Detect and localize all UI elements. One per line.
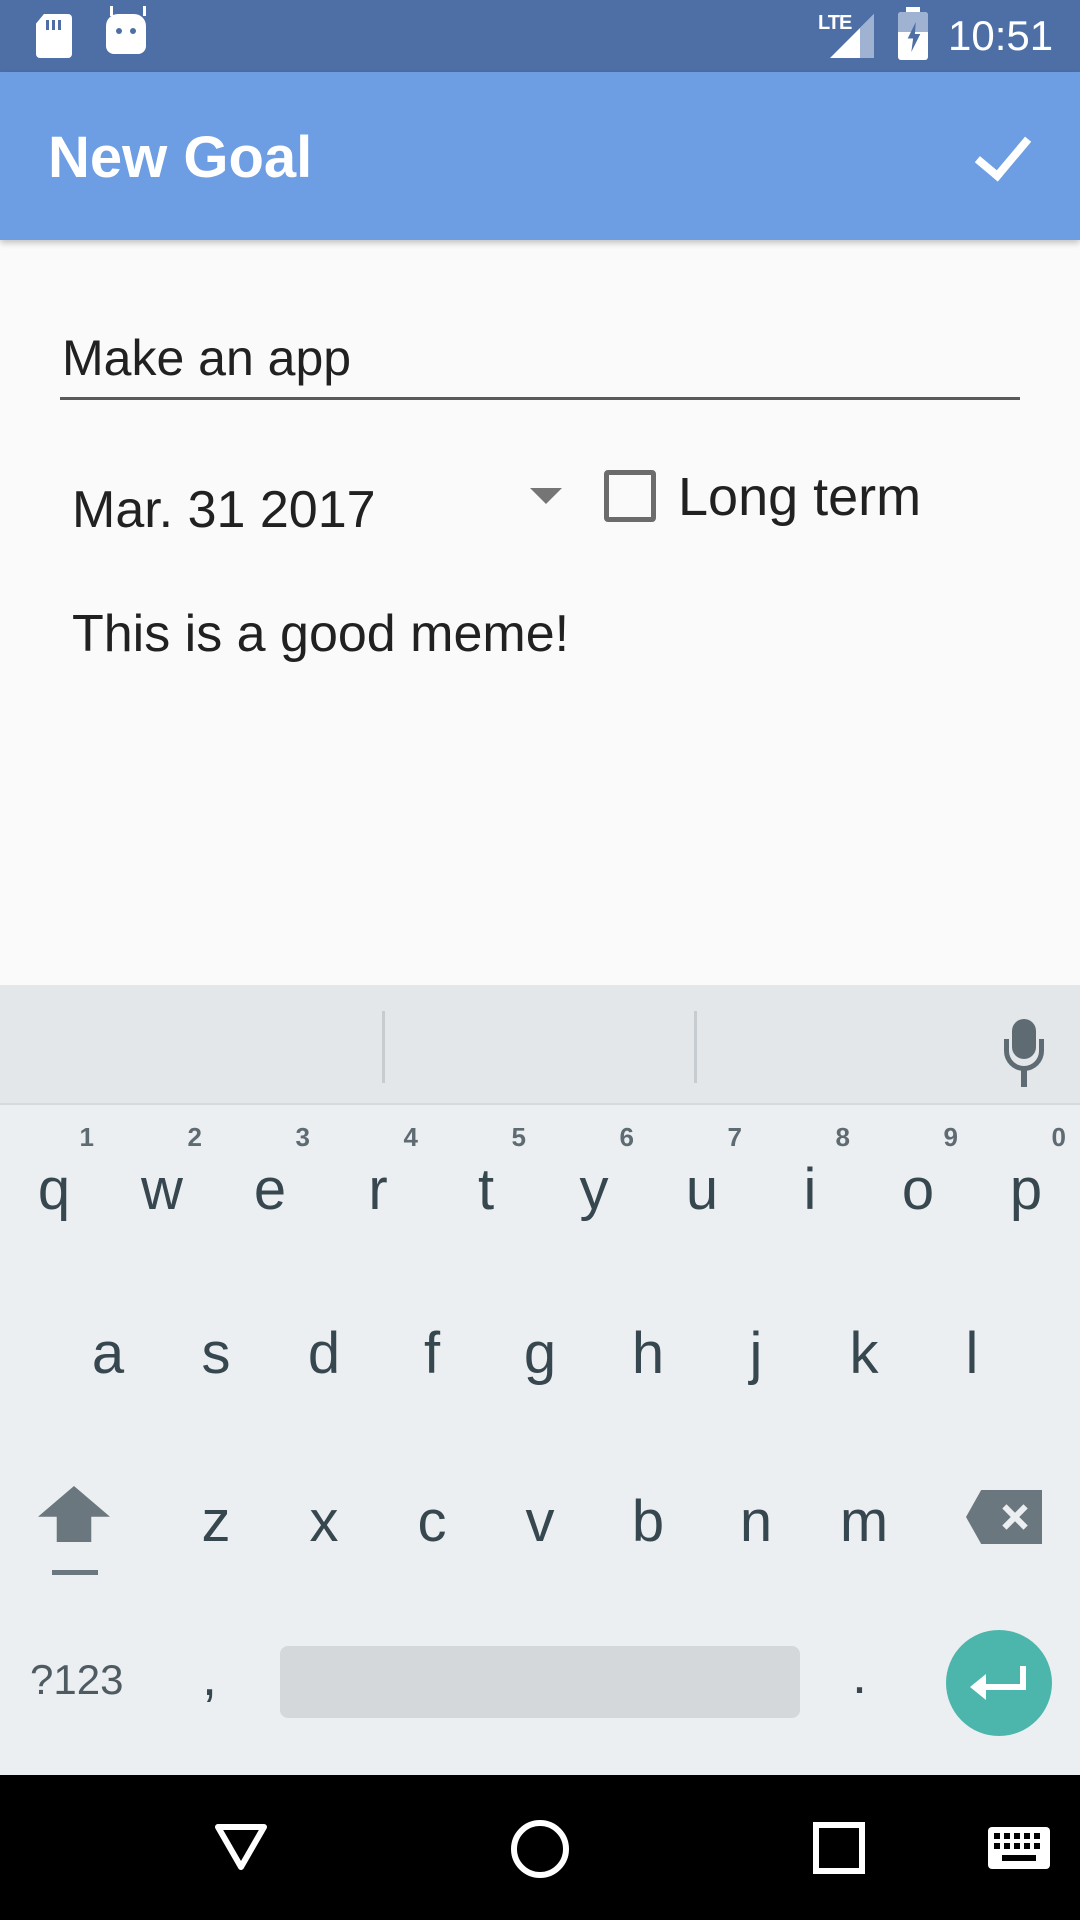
suggestion-divider [694, 1011, 697, 1083]
network-type-label: LTE [818, 12, 852, 34]
android-icon [106, 6, 146, 54]
backspace-key[interactable] [966, 1490, 1042, 1544]
description-field[interactable]: This is a good meme! [72, 604, 569, 664]
date-spinner[interactable]: Mar. 31 2017 [60, 462, 570, 550]
key-q[interactable]: q1 [4, 1122, 104, 1223]
keyboard-switch-icon[interactable] [988, 1827, 1050, 1869]
shift-key[interactable] [38, 1486, 114, 1576]
key-hint: 6 [619, 1122, 634, 1152]
key-hint: 9 [943, 1122, 958, 1152]
dropdown-arrow-icon[interactable] [530, 488, 562, 504]
key-j[interactable]: j [706, 1320, 806, 1387]
key-w[interactable]: w2 [112, 1122, 212, 1223]
key-r[interactable]: r4 [328, 1122, 428, 1223]
date-value: Mar. 31 2017 [72, 481, 376, 539]
key-hint: 0 [1051, 1122, 1066, 1152]
key-z[interactable]: z [166, 1488, 266, 1555]
key-x[interactable]: x [274, 1488, 374, 1555]
app-bar: New Goal [0, 72, 1080, 240]
enter-key[interactable] [946, 1630, 1052, 1736]
long-term-label[interactable]: Long term [678, 466, 921, 528]
back-triangle-icon[interactable] [214, 1823, 268, 1871]
shift-arrow-icon [38, 1486, 110, 1542]
key-s[interactable]: s [166, 1320, 266, 1387]
key-hint: 5 [511, 1122, 526, 1152]
key-d[interactable]: d [274, 1320, 374, 1387]
comma-key[interactable]: , [202, 1646, 217, 1708]
microphone-icon[interactable] [1004, 1019, 1044, 1095]
enter-arrow-icon [970, 1674, 986, 1700]
key-hint: 4 [403, 1122, 418, 1152]
key-hint: 8 [835, 1122, 850, 1152]
confirm-check-button[interactable] [970, 122, 1050, 192]
suggestion-divider [382, 1011, 385, 1083]
navigation-bar [0, 1775, 1080, 1920]
period-key[interactable]: . [852, 1644, 867, 1706]
key-l[interactable]: l [922, 1320, 1022, 1387]
key-g[interactable]: g [490, 1320, 590, 1387]
key-c[interactable]: c [382, 1488, 482, 1555]
key-t[interactable]: t5 [436, 1122, 536, 1223]
symbols-key[interactable]: ?123 [30, 1656, 123, 1704]
key-e[interactable]: e3 [220, 1122, 320, 1223]
key-hint: 1 [79, 1122, 94, 1152]
home-circle-icon[interactable] [510, 1819, 570, 1879]
key-n[interactable]: n [706, 1488, 806, 1555]
key-hint: 2 [187, 1122, 202, 1152]
suggestion-strip [0, 985, 1080, 1105]
page-title: New Goal [48, 125, 313, 190]
key-p[interactable]: p0 [976, 1122, 1076, 1223]
key-y[interactable]: y6 [544, 1122, 644, 1223]
goal-name-input[interactable] [60, 318, 1020, 400]
key-u[interactable]: u7 [652, 1122, 752, 1223]
key-v[interactable]: v [490, 1488, 590, 1555]
recents-square-icon[interactable] [812, 1821, 866, 1875]
key-m[interactable]: m [814, 1488, 914, 1555]
key-h[interactable]: h [598, 1320, 698, 1387]
space-key[interactable] [280, 1646, 800, 1718]
key-i[interactable]: i8 [760, 1122, 860, 1223]
key-k[interactable]: k [814, 1320, 914, 1387]
status-bar: LTE 10:51 [0, 0, 1080, 72]
key-b[interactable]: b [598, 1488, 698, 1555]
key-f[interactable]: f [382, 1320, 482, 1387]
sd-card-icon [36, 14, 72, 58]
long-term-checkbox[interactable] [604, 470, 656, 522]
key-o[interactable]: o9 [868, 1122, 968, 1223]
key-a[interactable]: a [58, 1320, 158, 1387]
key-hint: 7 [727, 1122, 742, 1152]
key-hint: 3 [295, 1122, 310, 1152]
status-clock: 10:51 [948, 12, 1054, 59]
